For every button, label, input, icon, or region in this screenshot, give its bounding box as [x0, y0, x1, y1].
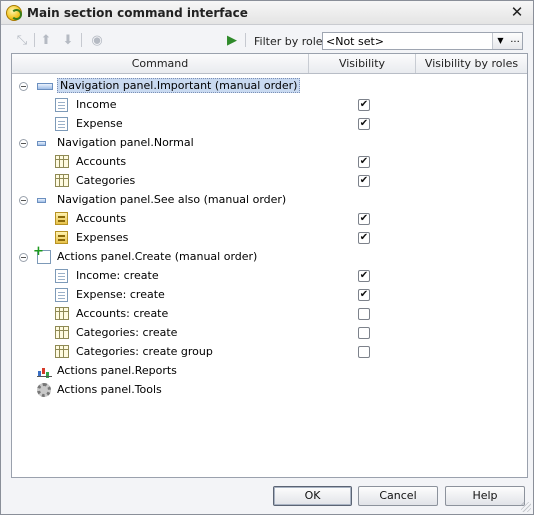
filter-roles-select[interactable]: <Not set> ▼ — [322, 32, 509, 50]
catalog-icon — [55, 326, 69, 339]
help-button[interactable]: Help — [445, 486, 525, 506]
row-label[interactable]: Expenses — [76, 231, 128, 244]
dialog-window: Main section command interface ✕ ⤡ ⬆ ⬇ ◉… — [0, 0, 534, 515]
create-icon — [33, 244, 51, 264]
ok-button[interactable]: OK — [273, 486, 352, 506]
table-row[interactable]: Expenses ✔ — [12, 229, 527, 248]
table-row[interactable]: Categories: create — [12, 324, 527, 343]
visibility-checkbox[interactable] — [358, 346, 370, 358]
row-label[interactable]: Accounts — [76, 212, 126, 225]
catalog-icon — [55, 174, 69, 187]
row-label[interactable]: Navigation panel.Important (manual order… — [57, 78, 301, 93]
filter-label: Filter by roles: — [254, 35, 332, 48]
gear-icon — [37, 383, 51, 397]
move-up-icon[interactable]: ⬆ — [37, 31, 55, 49]
group-row[interactable]: Actions panel.Tools — [12, 381, 527, 400]
visibility-checkbox[interactable]: ✔ — [358, 118, 370, 130]
group-row[interactable]: Actions panel.Create (manual order) — [12, 244, 527, 267]
command-table: Command Visibility Visibility by roles N… — [11, 53, 528, 478]
visibility-checkbox[interactable]: ✔ — [358, 232, 370, 244]
cancel-button[interactable]: Cancel — [358, 486, 438, 506]
group-row[interactable]: Navigation panel.Normal — [12, 134, 527, 153]
row-label[interactable]: Actions panel.Tools — [57, 383, 162, 396]
column-visibility-by-roles[interactable]: Visibility by roles — [416, 54, 527, 73]
table-row[interactable]: Categories: create group — [12, 343, 527, 362]
toolbar-separator — [81, 33, 82, 47]
panel-small-icon — [37, 141, 46, 146]
table-header: Command Visibility Visibility by roles — [12, 54, 527, 74]
catalog-icon — [55, 155, 69, 168]
close-button[interactable]: ✕ — [509, 4, 525, 20]
chevron-down-icon[interactable]: ▼ — [492, 33, 508, 49]
register-icon — [55, 212, 68, 225]
table-row[interactable]: Accounts: create — [12, 305, 527, 324]
apply-filter-icon[interactable]: ▶ — [223, 31, 241, 49]
register-icon — [55, 231, 68, 244]
collapse-toggle-icon[interactable] — [19, 139, 28, 148]
move-down-icon[interactable]: ⬇ — [59, 31, 77, 49]
table-row[interactable]: Expense ✔ — [12, 115, 527, 134]
document-icon — [55, 288, 68, 302]
title-bar: Main section command interface ✕ — [1, 1, 533, 25]
table-row[interactable]: Expense: create ✔ — [12, 286, 527, 305]
row-label[interactable]: Income — [76, 98, 116, 111]
table-row[interactable]: Accounts ✔ — [12, 210, 527, 229]
row-label[interactable]: Actions panel.Reports — [57, 364, 177, 377]
row-label[interactable]: Income: create — [76, 269, 159, 282]
table-row[interactable]: Income: create ✔ — [12, 267, 527, 286]
visibility-checkbox[interactable] — [358, 327, 370, 339]
row-label[interactable]: Categories: create group — [76, 345, 213, 358]
column-visibility[interactable]: Visibility — [309, 54, 416, 73]
document-icon — [55, 117, 68, 131]
window-title: Main section command interface — [27, 6, 248, 20]
app-logo-icon — [6, 5, 22, 21]
visibility-checkbox[interactable] — [358, 308, 370, 320]
row-label[interactable]: Expense — [76, 117, 123, 130]
table-row[interactable]: Accounts ✔ — [12, 153, 527, 172]
row-label[interactable]: Categories: create — [76, 326, 177, 339]
row-label[interactable]: Accounts — [76, 155, 126, 168]
visibility-checkbox[interactable]: ✔ — [358, 270, 370, 282]
visibility-checkbox[interactable]: ✔ — [358, 289, 370, 301]
catalog-icon — [55, 345, 69, 358]
document-icon — [55, 269, 68, 283]
group-row[interactable]: Actions panel.Reports — [12, 362, 527, 381]
row-label[interactable]: Navigation panel.Normal — [57, 136, 194, 149]
collapse-toggle-icon[interactable] — [19, 253, 28, 262]
row-label[interactable]: Navigation panel.See also (manual order) — [57, 193, 286, 206]
document-icon — [55, 98, 68, 112]
row-label[interactable]: Actions panel.Create (manual order) — [57, 250, 257, 263]
visibility-checkbox[interactable]: ✔ — [358, 213, 370, 225]
table-row[interactable]: Categories ✔ — [12, 172, 527, 191]
collapse-toggle-icon[interactable] — [19, 196, 28, 205]
row-label[interactable]: Categories — [76, 174, 135, 187]
toolbar-separator — [34, 33, 35, 47]
filter-roles-value: <Not set> — [326, 35, 385, 48]
toolbar: ⤡ ⬆ ⬇ ◉ ▶ Filter by roles: <Not set> ▼ .… — [1, 26, 533, 54]
filter-more-button[interactable]: ... — [508, 32, 523, 50]
refresh-icon[interactable]: ◉ — [88, 31, 106, 49]
toolbar-separator — [245, 33, 246, 47]
visibility-checkbox[interactable]: ✔ — [358, 156, 370, 168]
row-label[interactable]: Accounts: create — [76, 307, 168, 320]
visibility-checkbox[interactable]: ✔ — [358, 99, 370, 111]
catalog-icon — [55, 307, 69, 320]
resize-grip[interactable] — [521, 502, 531, 512]
restore-defaults-icon[interactable]: ⤡ — [13, 31, 31, 49]
visibility-checkbox[interactable]: ✔ — [358, 175, 370, 187]
panel-small-icon — [37, 198, 46, 203]
group-row[interactable]: Navigation panel.Important (manual order… — [12, 77, 527, 96]
row-label[interactable]: Expense: create — [76, 288, 165, 301]
collapse-toggle-icon[interactable] — [19, 82, 28, 91]
group-row[interactable]: Navigation panel.See also (manual order) — [12, 191, 527, 210]
panel-icon — [37, 83, 53, 90]
report-icon — [37, 364, 53, 377]
table-row[interactable]: Income ✔ — [12, 96, 527, 115]
column-command[interactable]: Command — [12, 54, 309, 73]
